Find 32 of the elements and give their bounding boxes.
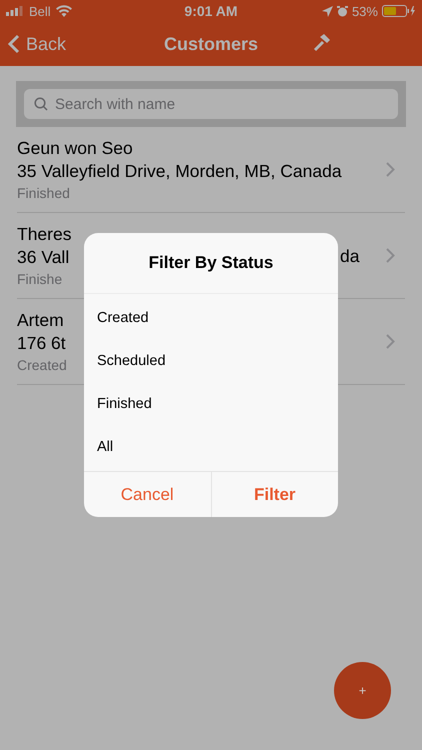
status-option[interactable]: Created — [84, 310, 338, 326]
customer-status: Finished — [17, 184, 70, 202]
search-field[interactable]: Search with name — [24, 89, 398, 119]
battery-icon — [382, 5, 416, 17]
status-option[interactable]: Scheduled — [84, 352, 338, 369]
wifi-icon — [56, 5, 72, 17]
status-option[interactable]: Finished — [84, 396, 338, 412]
customer-address: da — [340, 246, 360, 267]
dialog-title: Filter By Status — [84, 233, 338, 294]
clock-time: 9:01 AM — [184, 3, 238, 19]
battery-percent: 53% — [352, 4, 378, 18]
alarm-icon — [336, 6, 348, 16]
carrier: Bell — [29, 4, 51, 18]
customer-address: 35 Valleyfield Drive, Morden, MB, Canada — [17, 160, 342, 182]
customer-name: Geun won Seo — [17, 136, 133, 160]
status-option[interactable]: All — [84, 439, 338, 456]
location-icon — [322, 6, 333, 16]
hammer-icon[interactable] — [312, 32, 332, 52]
search-icon — [34, 97, 48, 111]
customer-row[interactable]: Geun won Seo 35 Valleyfield Drive, Morden, MB, Canada Finished — [17, 127, 405, 213]
chevron-left-icon — [8, 34, 20, 54]
customer-status: Created — [17, 356, 67, 374]
chevron-icon — [386, 162, 395, 177]
chevron-icon — [386, 248, 395, 263]
customer-address: 36 Vall — [17, 246, 70, 268]
customer-name: Theres — [17, 222, 72, 246]
screen-title: Customers — [162, 34, 260, 54]
customer-address: 176 6t — [17, 332, 66, 354]
customer-status: Finishe — [17, 270, 62, 288]
chevron-icon — [386, 334, 395, 349]
customer-name: Artem — [17, 308, 64, 332]
add-button[interactable]: + — [334, 662, 391, 719]
